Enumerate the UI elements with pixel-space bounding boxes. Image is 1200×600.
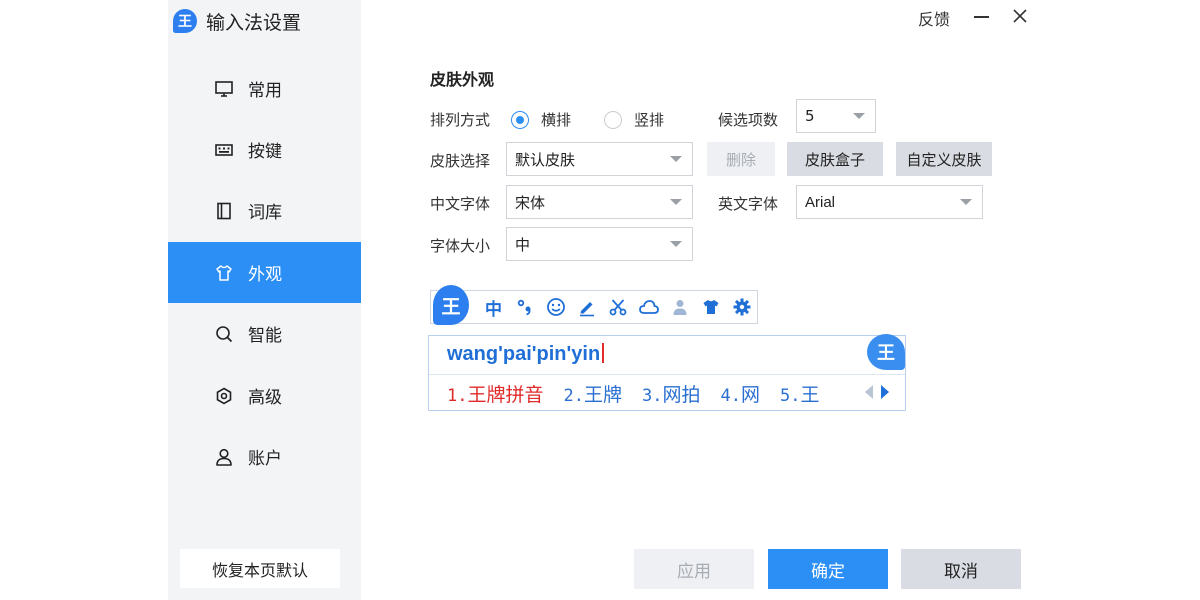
chinese-mode-icon[interactable]: 中 (478, 291, 509, 323)
keyboard-icon (214, 140, 234, 160)
candidate-item[interactable]: 3.网拍 (642, 380, 701, 407)
radio-unchecked-icon (604, 110, 622, 129)
layout-label: 排列方式 (430, 111, 491, 129)
skin-select[interactable]: 默认皮肤 (506, 142, 693, 176)
select-value: Arial (805, 193, 836, 211)
ime-logo-icon: 王 (433, 285, 469, 325)
candidate-window-preview: 王 wang'pai'pin'yin 1.王牌拼音 2.王牌 3.网拍 4.网 … (428, 334, 906, 411)
sidebar-item-account[interactable]: 账户 (168, 426, 361, 487)
skin-select-label: 皮肤选择 (430, 152, 491, 170)
search-icon (214, 324, 234, 344)
sidebar-item-keys[interactable]: 按键 (168, 119, 361, 180)
sidebar-item-label: 外观 (248, 265, 282, 285)
page-prev-icon[interactable] (865, 385, 873, 399)
shirt-icon[interactable] (695, 291, 726, 323)
select-value: 宋体 (515, 193, 546, 212)
cancel-button[interactable]: 取消 (901, 549, 1021, 589)
hexagon-gear-icon (214, 386, 234, 406)
candidate-item[interactable]: 5.王 (780, 380, 820, 407)
minimize-icon[interactable] (971, 4, 991, 26)
radio-label: 横排 (541, 111, 572, 129)
english-font-label: 英文字体 (718, 195, 779, 213)
sidebar-item-label: 常用 (248, 81, 282, 101)
chevron-down-icon (960, 199, 972, 205)
sidebar-item-lexicon[interactable]: 词库 (168, 180, 361, 241)
sidebar-item-advanced[interactable]: 高级 (168, 365, 361, 426)
layout-horizontal-radio[interactable]: 横排 (511, 109, 571, 130)
cloud-icon[interactable] (633, 291, 664, 323)
delete-skin-button[interactable]: 删除 (707, 142, 775, 176)
gear-icon[interactable] (726, 291, 757, 323)
sidebar-item-common[interactable]: 常用 (168, 58, 361, 119)
chevron-down-icon (670, 156, 682, 162)
shirt-icon (214, 263, 234, 283)
layout-vertical-radio[interactable]: 竖排 (604, 109, 664, 130)
pinyin-text: wang'pai'pin'yin (447, 343, 601, 365)
scissors-icon[interactable] (602, 291, 633, 323)
candidate-item[interactable]: 1.王牌拼音 (447, 380, 544, 407)
english-font-select[interactable]: Arial (796, 185, 983, 219)
select-value: 默认皮肤 (515, 150, 576, 169)
select-value: 中 (515, 235, 531, 254)
apply-button[interactable]: 应用 (634, 549, 754, 589)
skin-box-button[interactable]: 皮肤盒子 (787, 142, 883, 176)
settings-window: 王 输入法设置 常用 按键 词库 外观 智能 高级 账户 恢复本页默认 反馈 皮… (168, 0, 1043, 600)
ok-button[interactable]: 确定 (768, 549, 888, 589)
candidate-item[interactable]: 4.网 (721, 380, 761, 407)
sidebar-item-smart[interactable]: 智能 (168, 303, 361, 364)
app-title-bar: 王 输入法设置 (173, 6, 301, 36)
ime-toolbar-preview: 王 中 (430, 285, 758, 325)
page-next-icon[interactable] (881, 385, 889, 399)
chevron-down-icon (670, 199, 682, 205)
feedback-link[interactable]: 反馈 (918, 6, 950, 30)
book-icon (214, 201, 234, 221)
radio-checked-icon (511, 110, 529, 129)
sidebar-item-label: 智能 (248, 326, 282, 346)
divider (429, 374, 905, 375)
sidebar: 王 输入法设置 常用 按键 词库 外观 智能 高级 账户 恢复本页默认 (168, 0, 361, 600)
close-icon[interactable] (1010, 6, 1030, 26)
custom-skin-button[interactable]: 自定义皮肤 (896, 142, 992, 176)
app-title: 输入法设置 (206, 11, 302, 34)
section-title: 皮肤外观 (430, 70, 495, 89)
candidate-list: 1.王牌拼音 2.王牌 3.网拍 4.网 5.王 (447, 378, 840, 408)
app-logo-icon: 王 (173, 9, 197, 33)
pen-icon[interactable] (571, 291, 602, 323)
font-size-label: 字体大小 (430, 237, 491, 255)
select-value: 5 (805, 107, 815, 125)
reset-defaults-button[interactable]: 恢复本页默认 (180, 549, 340, 588)
pinyin-composition: wang'pai'pin'yin (447, 343, 604, 366)
chinese-font-select[interactable]: 宋体 (506, 185, 693, 219)
text-caret (602, 343, 604, 363)
radio-label: 竖排 (634, 111, 665, 129)
font-size-select[interactable]: 中 (506, 227, 693, 261)
sidebar-item-appearance[interactable]: 外观 (168, 242, 361, 303)
sidebar-item-label: 按键 (248, 142, 282, 162)
chevron-down-icon (670, 241, 682, 247)
emoji-icon[interactable] (540, 291, 571, 323)
sidebar-item-label: 账户 (248, 449, 282, 469)
chevron-down-icon (853, 113, 865, 119)
user-icon[interactable] (664, 291, 695, 323)
ime-logo-icon: 王 (867, 334, 905, 370)
punctuation-icon[interactable] (509, 291, 540, 323)
candidates-count-select[interactable]: 5 (796, 99, 876, 133)
candidate-item[interactable]: 2.王牌 (564, 380, 623, 407)
chinese-font-label: 中文字体 (430, 195, 491, 213)
sidebar-item-label: 词库 (248, 203, 282, 223)
sidebar-item-label: 高级 (248, 388, 282, 408)
user-icon (214, 447, 234, 467)
candidates-count-label: 候选项数 (718, 111, 779, 129)
monitor-icon (214, 79, 234, 99)
